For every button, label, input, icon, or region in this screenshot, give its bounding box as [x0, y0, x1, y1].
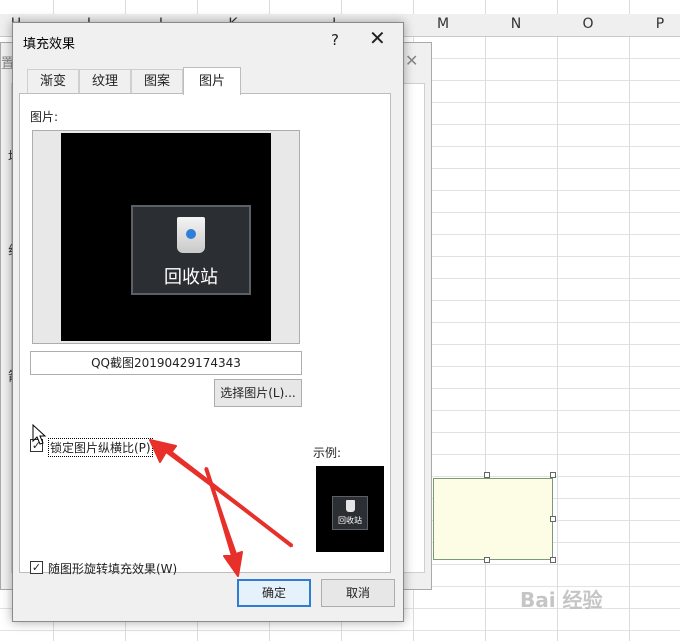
tab-picture[interactable]: 图片: [183, 67, 241, 95]
watermark: Bai 经验: [520, 588, 603, 612]
annotation-arrows: [149, 439, 294, 577]
mouse-cursor-icon: [32, 424, 47, 445]
annotation-arrow: [168, 450, 294, 548]
annotation-arrow: [204, 467, 238, 561]
